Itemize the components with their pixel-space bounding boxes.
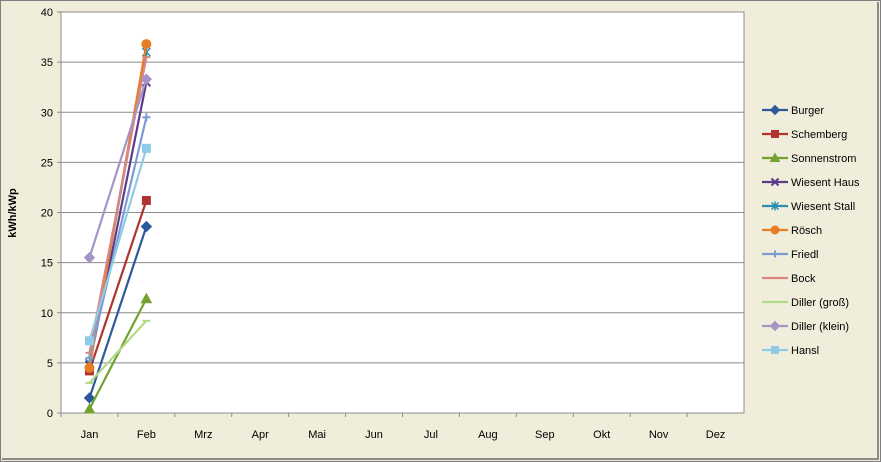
legend-marker	[771, 346, 779, 354]
x-tick-label: Jan	[81, 429, 99, 441]
x-tick-label: Mrz	[194, 429, 212, 441]
x-tick-label: Feb	[137, 429, 156, 441]
y-axis-label: kWh/kWp	[7, 188, 19, 238]
data-point	[84, 362, 95, 373]
legend-label: Friedl	[791, 249, 819, 261]
y-tick-label: 30	[41, 107, 53, 119]
legend-label: Burger	[791, 105, 824, 117]
y-axis-ticks: 0 5 10 15 20 25 30 35 40	[41, 7, 61, 420]
y-tick-label: 5	[47, 358, 53, 370]
data-point	[141, 143, 151, 153]
y-tick-label: 20	[41, 208, 53, 220]
x-axis-ticks: Jan Feb Mrz Apr Mai Jun Jul Aug Sep Okt Nov Dez	[60, 413, 726, 441]
x-tick-label: Mai	[308, 429, 326, 441]
x-tick-label: Sep	[535, 429, 555, 441]
data-point	[141, 39, 152, 50]
x-tick-label: Nov	[649, 429, 669, 441]
y-tick-label: 0	[47, 408, 53, 420]
line-chart: 0 5 10 15 20 25 30 35 40 Jan Feb Mrz Apr Mai Jun Jul Au…	[7, 7, 860, 441]
legend-label: Rösch	[791, 225, 822, 237]
legend-label: Hansl	[791, 345, 819, 357]
x-tick-label: Apr	[252, 429, 269, 441]
x-tick-label: Aug	[478, 429, 498, 441]
legend-label: Sonnenstrom	[791, 153, 856, 165]
legend-marker	[769, 320, 781, 332]
legend-marker	[771, 250, 779, 258]
x-tick-label: Jul	[424, 429, 438, 441]
x-tick-label: Dez	[706, 429, 726, 441]
legend-label: Wiesent Stall	[791, 201, 855, 213]
y-tick-label: 25	[41, 157, 53, 169]
x-tick-label: Okt	[593, 429, 610, 441]
legend-label: Diller (groß)	[791, 297, 849, 309]
data-point	[84, 336, 94, 346]
legend-label: Schemberg	[791, 129, 847, 141]
legend-marker	[770, 225, 780, 235]
y-tick-label: 15	[41, 258, 53, 270]
legend: Burger Schemberg Sonnenstrom Wiesent Haus Wi…	[762, 104, 860, 357]
x-tick-label: Jun	[365, 429, 383, 441]
legend-label: Wiesent Haus	[791, 177, 860, 189]
legend-label: Bock	[791, 273, 816, 285]
data-point	[141, 195, 151, 205]
y-tick-label: 35	[41, 57, 53, 69]
y-tick-label: 40	[41, 7, 53, 19]
legend-marker	[769, 104, 781, 116]
legend-label: Diller (klein)	[791, 321, 849, 333]
y-tick-label: 10	[41, 308, 53, 320]
legend-marker	[771, 130, 779, 138]
